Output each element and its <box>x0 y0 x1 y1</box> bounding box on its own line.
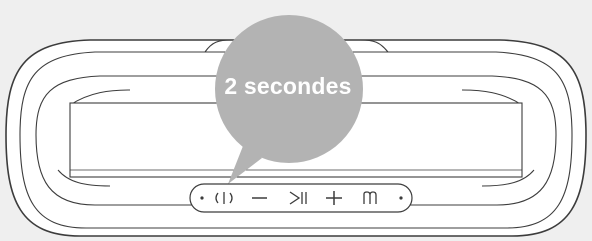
panel-dot-right <box>399 196 403 200</box>
callout-text: 2 secondes <box>224 73 352 99</box>
panel-dot-left <box>200 196 204 200</box>
speaker-illustration: 2 secondes <box>0 0 592 241</box>
speaker-top-view <box>5 15 587 237</box>
control-panel <box>189 183 413 213</box>
